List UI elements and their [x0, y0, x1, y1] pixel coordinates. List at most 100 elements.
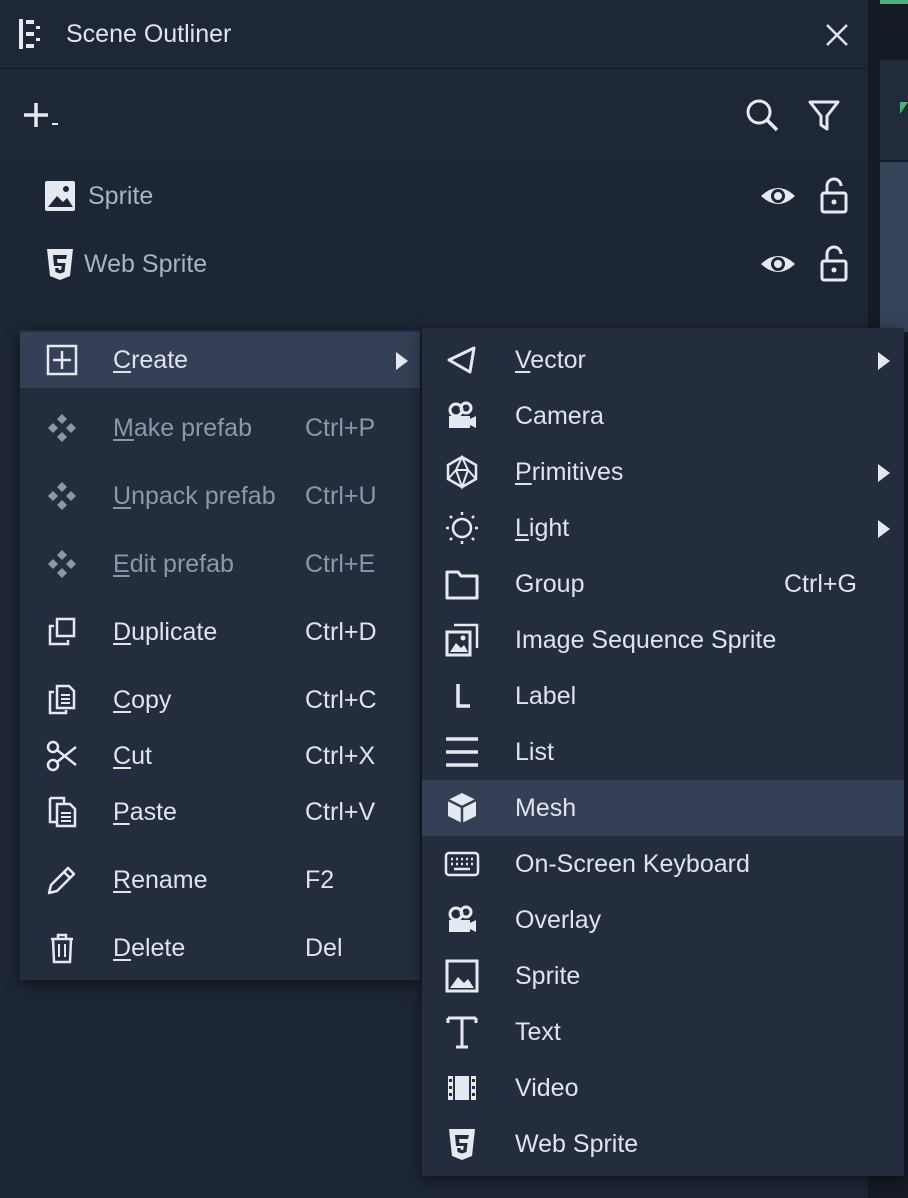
menu-item-shortcut: Ctrl+U	[305, 482, 377, 510]
label-icon	[444, 678, 480, 714]
menu-item-label: Create	[113, 346, 189, 374]
submenu-item-mesh[interactable]: Mesh	[422, 780, 904, 836]
menu-item-shortcut: Ctrl+D	[305, 618, 377, 646]
camera-icon	[444, 902, 480, 938]
unlock-icon[interactable]	[818, 244, 850, 282]
menu-item-label: Mesh	[515, 794, 577, 822]
menu-item-label: Primitives	[515, 458, 624, 486]
menu-item-label: Rename	[113, 866, 208, 894]
accent-corner-icon	[900, 102, 908, 114]
eye-icon[interactable]	[758, 178, 798, 214]
submenu-item-primitives[interactable]: Primitives	[422, 444, 904, 500]
trash-icon	[44, 930, 80, 966]
image-icon	[42, 178, 78, 214]
title-bar: Scene Outliner	[0, 0, 868, 69]
close-icon[interactable]	[820, 18, 854, 52]
html5-icon	[444, 1126, 480, 1162]
menu-item-label: Label	[515, 682, 577, 710]
menu-item-make-prefab[interactable]: Make prefab Ctrl+P	[20, 400, 420, 456]
tree-item-label: Sprite	[88, 182, 154, 210]
submenu-arrow-icon	[396, 352, 408, 370]
menu-item-rename[interactable]: Rename F2	[20, 852, 420, 908]
folder-icon	[444, 566, 480, 602]
search-icon[interactable]	[744, 97, 780, 133]
adjacent-scrollbar[interactable]	[880, 162, 908, 332]
filter-icon[interactable]	[806, 97, 842, 133]
menu-item-label: Light	[515, 514, 570, 542]
menu-item-label: Overlay	[515, 906, 602, 934]
tree-item[interactable]: Web Sprite	[0, 230, 868, 298]
submenu-item-group[interactable]: Group Ctrl+G	[422, 556, 904, 612]
list-icon	[444, 734, 480, 770]
panel-title: Scene Outliner	[66, 20, 232, 48]
submenu-arrow-icon	[878, 464, 890, 482]
menu-item-shortcut: Del	[305, 934, 343, 962]
menu-item-label: Make prefab	[113, 414, 252, 442]
film-icon	[444, 1070, 480, 1106]
submenu-item-camera[interactable]: Camera	[422, 388, 904, 444]
menu-item-shortcut: Ctrl+C	[305, 686, 377, 714]
menu-item-label: Camera	[515, 402, 604, 430]
submenu-item-overlay[interactable]: Overlay	[422, 892, 904, 948]
menu-item-label: Group	[515, 570, 585, 598]
submenu-item-text[interactable]: Text	[422, 1004, 904, 1060]
tree-item[interactable]: Sprite	[0, 162, 868, 230]
duplicate-icon	[44, 614, 80, 650]
menu-item-copy[interactable]: Copy Ctrl+C	[20, 672, 420, 728]
image-icon	[444, 958, 480, 994]
toolbar	[0, 69, 868, 161]
pencil-icon	[44, 862, 80, 898]
submenu-item-sprite[interactable]: Sprite	[422, 948, 904, 1004]
submenu-item-light[interactable]: Light	[422, 500, 904, 556]
menu-item-label: Paste	[113, 798, 177, 826]
menu-item-cut[interactable]: Cut Ctrl+X	[20, 728, 420, 784]
submenu-item-label[interactable]: Label	[422, 668, 904, 724]
submenu-item-vector[interactable]: Vector	[422, 332, 904, 388]
text-icon	[444, 1014, 480, 1050]
submenu-item-video[interactable]: Video	[422, 1060, 904, 1116]
outliner-icon	[14, 16, 44, 52]
adjacent-tab[interactable]	[880, 60, 908, 160]
menu-item-paste[interactable]: Paste Ctrl+V	[20, 784, 420, 840]
prefab-icon	[44, 478, 80, 514]
polyhedron-icon	[444, 454, 480, 490]
menu-item-label: Delete	[113, 934, 186, 962]
menu-item-label: Sprite	[515, 962, 581, 990]
vector-icon	[444, 342, 480, 378]
create-submenu: Vector Camera Primitives Light Group Ctr…	[422, 328, 904, 1176]
menu-item-delete[interactable]: Delete Del	[20, 920, 420, 976]
submenu-item-image-sequence-sprite[interactable]: Image Sequence Sprite	[422, 612, 904, 668]
scissors-icon	[44, 738, 80, 774]
sun-icon	[444, 510, 480, 546]
eye-icon[interactable]	[758, 246, 798, 282]
unlock-icon[interactable]	[818, 176, 850, 214]
submenu-item-list[interactable]: List	[422, 724, 904, 780]
menu-item-unpack-prefab[interactable]: Unpack prefab Ctrl+U	[20, 468, 420, 524]
context-menu: Create Make prefab Ctrl+P Unpack prefab …	[20, 330, 420, 980]
tree-item-label: Web Sprite	[84, 250, 208, 278]
copy-icon	[44, 682, 80, 718]
submenu-item-on-screen-keyboard[interactable]: On-Screen Keyboard	[422, 836, 904, 892]
menu-item-edit-prefab[interactable]: Edit prefab Ctrl+E	[20, 536, 420, 592]
menu-item-label: Text	[515, 1018, 561, 1046]
menu-item-duplicate[interactable]: Duplicate Ctrl+D	[20, 604, 420, 660]
prefab-icon	[44, 410, 80, 446]
cube-icon	[444, 790, 480, 826]
keyboard-icon	[444, 846, 480, 882]
submenu-item-web-sprite[interactable]: Web Sprite	[422, 1116, 904, 1172]
camera-icon	[444, 398, 480, 434]
menu-item-create[interactable]: Create	[20, 332, 420, 388]
paste-icon	[44, 794, 80, 830]
plus-square-icon	[44, 342, 80, 378]
add-dropdown-button[interactable]	[20, 97, 62, 133]
menu-item-label: Cut	[113, 742, 152, 770]
submenu-arrow-icon	[878, 352, 890, 370]
menu-item-label: List	[515, 738, 554, 766]
html5-icon	[42, 246, 78, 282]
submenu-arrow-icon	[878, 520, 890, 538]
menu-item-label: Vector	[515, 346, 586, 374]
menu-item-shortcut: Ctrl+V	[305, 798, 376, 826]
menu-item-label: Video	[515, 1074, 579, 1102]
menu-item-label: Duplicate	[113, 618, 218, 646]
prefab-icon	[44, 546, 80, 582]
